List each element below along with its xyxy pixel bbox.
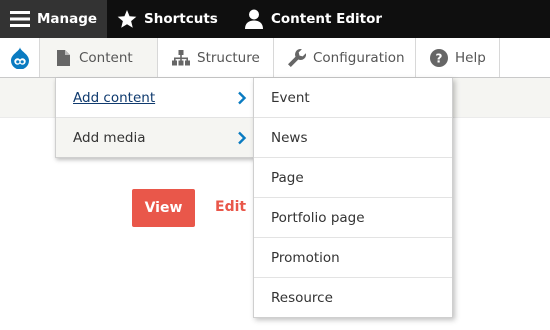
shortcuts-tab[interactable]: Shortcuts (107, 0, 234, 38)
tray-item-structure[interactable]: Structure (158, 38, 274, 77)
help-icon: ? (430, 48, 448, 67)
tray-item-content[interactable]: Content (40, 38, 158, 77)
menu-item-add-media[interactable]: Add media (56, 118, 254, 158)
submenu-item-news[interactable]: News (254, 118, 452, 158)
menu-item-label: Add media (73, 130, 146, 146)
submenu-item-promotion[interactable]: Promotion (254, 238, 452, 278)
user-label: Content Editor (271, 11, 383, 27)
file-icon (54, 49, 72, 67)
svg-text:?: ? (436, 51, 443, 65)
tray-item-label: Content (79, 49, 133, 66)
drupal-logo-icon[interactable] (0, 38, 40, 77)
tray-item-label: Structure (197, 49, 260, 66)
sitemap-icon (172, 49, 190, 67)
add-content-submenu: Event News Page Portfolio page Promotion… (253, 78, 453, 318)
submenu-item-page[interactable]: Page (254, 158, 452, 198)
edit-link[interactable]: Edit (215, 199, 246, 215)
tray-item-label: Configuration (313, 49, 405, 66)
manage-label: Manage (37, 11, 98, 27)
wrench-icon (288, 48, 306, 67)
tray-item-configuration[interactable]: Configuration (274, 38, 416, 77)
submenu-item-event[interactable]: Event (254, 78, 452, 118)
tray-item-label: Help (455, 49, 486, 66)
chevron-right-icon (236, 91, 248, 105)
menu-item-add-content[interactable]: Add content (56, 78, 254, 118)
star-icon (117, 9, 137, 29)
submenu-item-portfolio-page[interactable]: Portfolio page (254, 198, 452, 238)
chevron-right-icon (236, 131, 248, 145)
admin-tray: Content Structure Configuration ? Help (0, 38, 550, 78)
hamburger-icon (10, 9, 30, 29)
admin-toolbar: Manage Shortcuts Content Editor (0, 0, 550, 38)
submenu-item-resource[interactable]: Resource (254, 278, 452, 318)
content-dropdown-menu: Add content Add media (55, 78, 255, 158)
user-icon (244, 9, 264, 29)
manage-tab[interactable]: Manage (0, 0, 107, 38)
menu-item-label: Add content (73, 89, 156, 106)
tray-item-help[interactable]: ? Help (416, 38, 500, 77)
view-button[interactable]: View (132, 189, 195, 227)
admin-page: Manage Shortcuts Content Editor Content … (0, 0, 550, 330)
user-tab[interactable]: Content Editor (234, 0, 382, 38)
shortcuts-label: Shortcuts (144, 11, 218, 27)
